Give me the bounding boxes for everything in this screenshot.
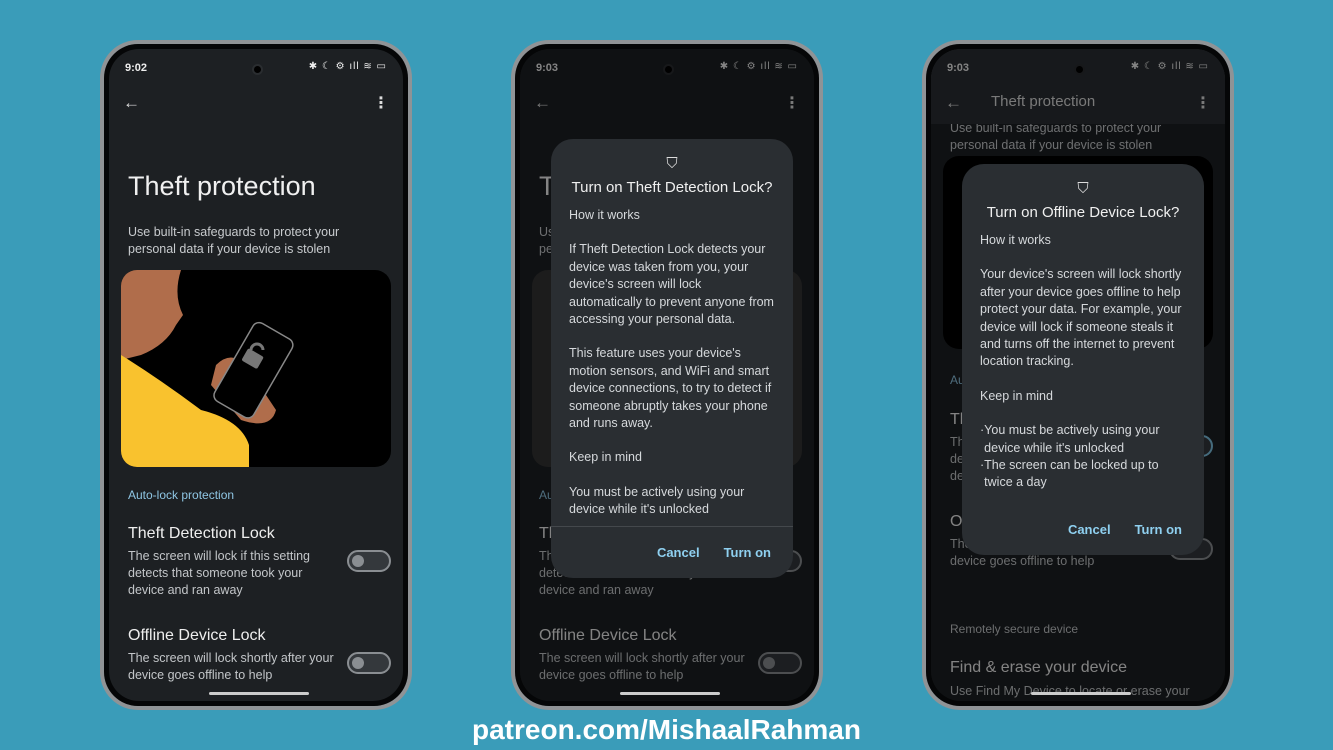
keep-in-mind-heading: Keep in mind <box>569 450 642 465</box>
page-subtitle: Use built-in safeguards to protect your … <box>128 225 340 256</box>
dialog-body[interactable]: How it works If Theft Detection Lock det… <box>569 207 775 526</box>
keep-in-mind-heading: Keep in mind <box>980 388 1053 403</box>
theft-detection-dialog: ⛉ Turn on Theft Detection Lock? How it w… <box>551 139 793 578</box>
offline-lock-title: Offline Device Lock <box>128 627 266 644</box>
theft-detection-toggle[interactable] <box>347 550 391 572</box>
how-it-works-heading: How it works <box>980 233 1051 247</box>
dialog-body: How it works Your device's screen will l… <box>980 232 1186 492</box>
cancel-button[interactable]: Cancel <box>1068 522 1111 537</box>
offline-lock-toggle[interactable] <box>347 652 391 674</box>
theft-detection-desc: The screen will lock if this setting det… <box>128 549 311 597</box>
status-time: 9:02 <box>125 62 148 74</box>
offline-lock-dialog: ⛉ Turn on Offline Device Lock? How it wo… <box>962 164 1204 555</box>
back-arrow-icon[interactable]: ← <box>123 93 140 113</box>
dialog-title: Turn on Offline Device Lock? <box>986 204 1180 221</box>
dialog-paragraph: If Theft Detection Lock detects your dev… <box>569 242 774 327</box>
cancel-button[interactable]: Cancel <box>657 545 700 560</box>
dialog-paragraph: This feature uses your device's motion s… <box>569 346 772 431</box>
offline-lock-desc: The screen will lock shortly after your … <box>128 651 334 682</box>
gesture-bar[interactable] <box>1031 692 1131 695</box>
shield-icon: ⛉ <box>1077 180 1089 197</box>
theft-detection-title: Theft Detection Lock <box>128 525 275 542</box>
bullet-item: You must be actively using your device w… <box>984 423 1160 455</box>
bullet-item: The screen can be locked up to twice a d… <box>984 458 1159 490</box>
phone-2: 9:03 ✱ ☾ ⚙ ıll ≋ ▭ ← ⋮ Theft protection … <box>511 40 823 710</box>
patreon-link[interactable]: patreon.com/MishaalRahman <box>0 714 1333 746</box>
status-icons: ✱ ☾ ⚙ ıll ≋ ▭ <box>308 61 387 72</box>
dialog-title: Turn on Theft Detection Lock? <box>571 179 773 196</box>
screen: 9:03 ✱ ☾ ⚙ ıll ≋ ▭ ← ⋮ Theft protection … <box>520 49 814 701</box>
camera-cutout <box>252 64 263 75</box>
screen: 9:02 ✱ ☾ ⚙ ıll ≋ ▭ ← ⋮ Theft protection … <box>109 49 403 701</box>
theft-illustration <box>121 270 391 467</box>
gesture-bar[interactable] <box>209 692 309 695</box>
page-title: Theft protection <box>128 171 316 201</box>
phone-1: 9:02 ✱ ☾ ⚙ ıll ≋ ▭ ← ⋮ Theft protection … <box>100 40 412 710</box>
section-auto-lock: Auto-lock protection <box>128 488 235 502</box>
turn-on-button[interactable]: Turn on <box>1135 522 1182 537</box>
gesture-bar[interactable] <box>620 692 720 695</box>
turn-on-button[interactable]: Turn on <box>724 545 771 560</box>
phone-3: Use built-in safeguards to protect your … <box>922 40 1234 710</box>
how-it-works-heading: How it works <box>569 208 640 222</box>
dialog-paragraph: Your device's screen will lock shortly a… <box>980 267 1182 369</box>
screen: Use built-in safeguards to protect your … <box>931 49 1225 701</box>
dialog-paragraph: You must be actively using your device w… <box>569 484 745 517</box>
more-vert-icon[interactable]: ⋮ <box>373 93 389 113</box>
shield-icon: ⛉ <box>666 155 678 172</box>
